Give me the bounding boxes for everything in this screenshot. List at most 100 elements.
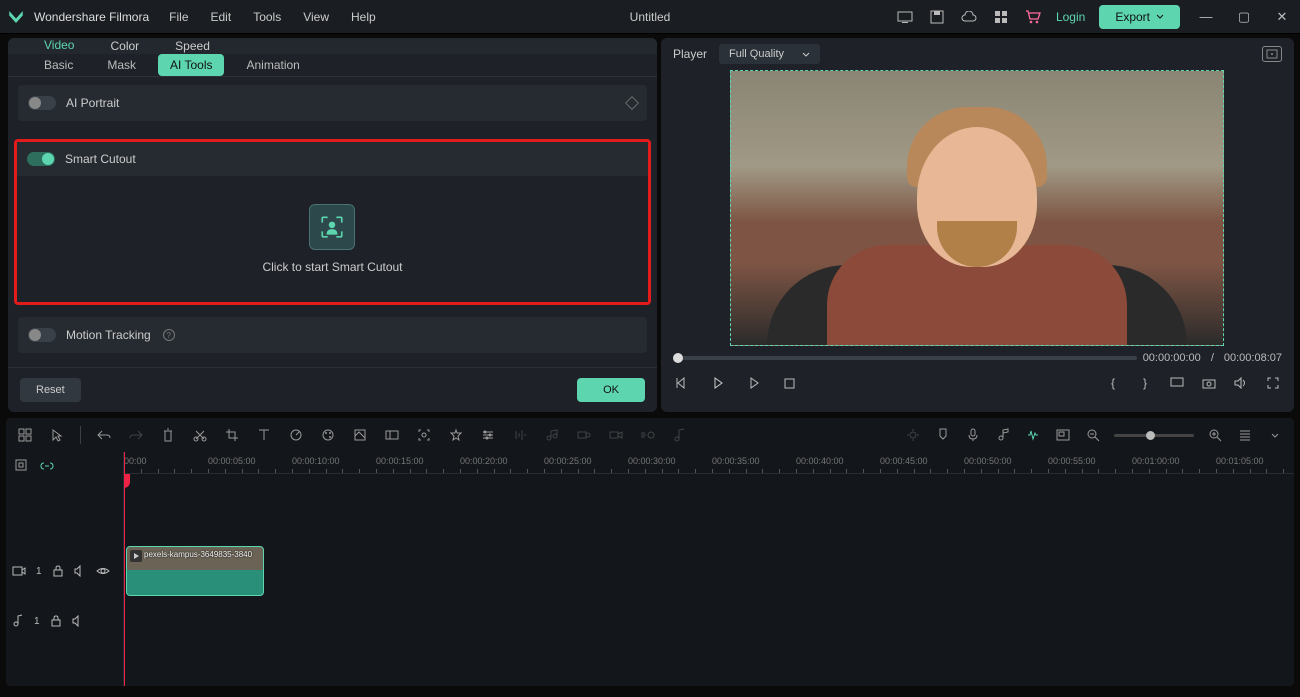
export-label: Export xyxy=(1115,10,1150,24)
delete-icon[interactable] xyxy=(159,426,177,444)
more-icon[interactable] xyxy=(1266,426,1284,444)
speedramp-icon[interactable] xyxy=(383,426,401,444)
preview-viewport[interactable] xyxy=(730,70,1224,346)
window-close[interactable]: ✕ xyxy=(1270,9,1294,25)
quality-dropdown[interactable]: Full Quality xyxy=(719,44,820,64)
split-icon[interactable] xyxy=(191,426,209,444)
track-light-icon[interactable] xyxy=(904,426,922,444)
subtab-animation[interactable]: Animation xyxy=(234,54,311,76)
mark-out-icon[interactable]: } xyxy=(1136,374,1154,392)
track-height-icon[interactable] xyxy=(1236,426,1254,444)
toolbar-select-icon[interactable] xyxy=(48,426,66,444)
device-icon[interactable] xyxy=(896,8,914,26)
music-icon[interactable] xyxy=(671,426,689,444)
zoom-in-icon[interactable] xyxy=(1206,426,1224,444)
audio-track-icon[interactable] xyxy=(994,426,1012,444)
audio-mute-icon[interactable] xyxy=(72,615,84,627)
camera-icon[interactable] xyxy=(1200,374,1218,392)
tab-video[interactable]: Video xyxy=(26,38,92,54)
ai-portrait-row: AI Portrait xyxy=(18,85,647,121)
display-icon[interactable] xyxy=(1168,374,1186,392)
ruler-label: 00:01:05:00 xyxy=(1216,456,1264,466)
prev-frame-icon[interactable] xyxy=(673,374,691,392)
smart-cutout-start-button[interactable] xyxy=(309,204,355,250)
gutter-lock-icon[interactable] xyxy=(14,458,28,472)
menu-help[interactable]: Help xyxy=(351,10,376,24)
ai-portrait-toggle[interactable] xyxy=(28,96,56,110)
undo-icon[interactable] xyxy=(95,426,113,444)
mic-icon[interactable] xyxy=(964,426,982,444)
audio-detach-icon[interactable] xyxy=(511,426,529,444)
redo-icon[interactable] xyxy=(127,426,145,444)
audio-row[interactable] xyxy=(124,596,1294,646)
mark-in-icon[interactable]: { xyxy=(1104,374,1122,392)
cloud-icon[interactable] xyxy=(960,8,978,26)
keyframe-diamond-icon[interactable] xyxy=(625,96,639,110)
ratio-icon[interactable] xyxy=(1054,426,1072,444)
subtab-ai-tools[interactable]: AI Tools xyxy=(158,54,224,76)
timeline-ruler[interactable]: 00:0000:00:05:0000:00:10:0000:00:15:0000… xyxy=(124,452,1294,474)
menu-file[interactable]: File xyxy=(169,10,188,24)
text-icon[interactable] xyxy=(255,426,273,444)
audio-track-head: 1 xyxy=(6,596,123,646)
auto-beat-icon[interactable] xyxy=(1024,426,1042,444)
speed-icon[interactable] xyxy=(287,426,305,444)
timeline-body[interactable]: 00:0000:00:05:0000:00:10:0000:00:15:0000… xyxy=(124,452,1294,686)
play-icon[interactable] xyxy=(709,374,727,392)
record-icon[interactable] xyxy=(607,426,625,444)
ruler-label: 00:00 xyxy=(124,456,147,466)
scrub-handle[interactable] xyxy=(673,353,683,363)
greenscreen-icon[interactable] xyxy=(351,426,369,444)
track-lock-icon[interactable] xyxy=(52,565,64,577)
subtab-basic[interactable]: Basic xyxy=(32,54,85,76)
panel-sub-tabs: Basic Mask AI Tools Animation xyxy=(8,54,657,77)
fullscreen-icon[interactable] xyxy=(1264,374,1282,392)
track-mute-icon[interactable] xyxy=(74,565,86,577)
tab-color[interactable]: Color xyxy=(92,38,157,54)
scrub-track[interactable] xyxy=(673,356,1137,360)
window-maximize[interactable]: ▢ xyxy=(1232,9,1256,25)
color-icon[interactable] xyxy=(319,426,337,444)
motion-icon[interactable] xyxy=(639,426,657,444)
menu-view[interactable]: View xyxy=(303,10,329,24)
autoframe-icon[interactable] xyxy=(415,426,433,444)
ruler-label: 00:01:00:00 xyxy=(1132,456,1180,466)
video-clip[interactable]: pexels-kampus-3649835-3840 xyxy=(126,546,264,596)
reset-button[interactable]: Reset xyxy=(20,378,81,402)
apps-icon[interactable] xyxy=(992,8,1010,26)
menu-tools[interactable]: Tools xyxy=(253,10,281,24)
save-icon[interactable] xyxy=(928,8,946,26)
marker-icon[interactable] xyxy=(934,426,952,444)
login-button[interactable]: Login xyxy=(1056,10,1085,24)
smart-cutout-toggle[interactable] xyxy=(27,152,55,166)
playhead[interactable] xyxy=(124,452,125,686)
motion-tracking-toggle[interactable] xyxy=(28,328,56,342)
ok-button[interactable]: OK xyxy=(577,378,645,402)
export-button[interactable]: Export xyxy=(1099,5,1180,29)
ruler-label: 00:00:30:00 xyxy=(628,456,676,466)
snapshot-icon[interactable] xyxy=(1262,46,1282,62)
audio-mute-icon[interactable] xyxy=(543,426,561,444)
zoom-out-icon[interactable] xyxy=(1084,426,1102,444)
toolbar-templates-icon[interactable] xyxy=(16,426,34,444)
stop-icon[interactable] xyxy=(781,374,799,392)
gutter-link-icon[interactable] xyxy=(40,459,54,471)
menu-edit[interactable]: Edit xyxy=(211,10,232,24)
app-name: Wondershare Filmora xyxy=(34,10,149,24)
video-track-head: 1 xyxy=(6,546,123,596)
info-icon[interactable]: ? xyxy=(163,329,175,341)
audio-sync-icon[interactable] xyxy=(575,426,593,444)
volume-icon[interactable] xyxy=(1232,374,1250,392)
next-frame-icon[interactable] xyxy=(745,374,763,392)
titlebar: Wondershare Filmora File Edit Tools View… xyxy=(0,0,1300,34)
zoom-slider[interactable] xyxy=(1114,434,1194,437)
crop-icon[interactable] xyxy=(223,426,241,444)
tab-speed[interactable]: Speed xyxy=(157,38,228,54)
track-visible-icon[interactable] xyxy=(96,566,110,576)
effects-icon[interactable] xyxy=(447,426,465,444)
adjust-icon[interactable] xyxy=(479,426,497,444)
subtab-mask[interactable]: Mask xyxy=(95,54,148,76)
cart-icon[interactable] xyxy=(1024,8,1042,26)
audio-lock-icon[interactable] xyxy=(50,615,62,627)
window-minimize[interactable]: — xyxy=(1194,9,1218,24)
